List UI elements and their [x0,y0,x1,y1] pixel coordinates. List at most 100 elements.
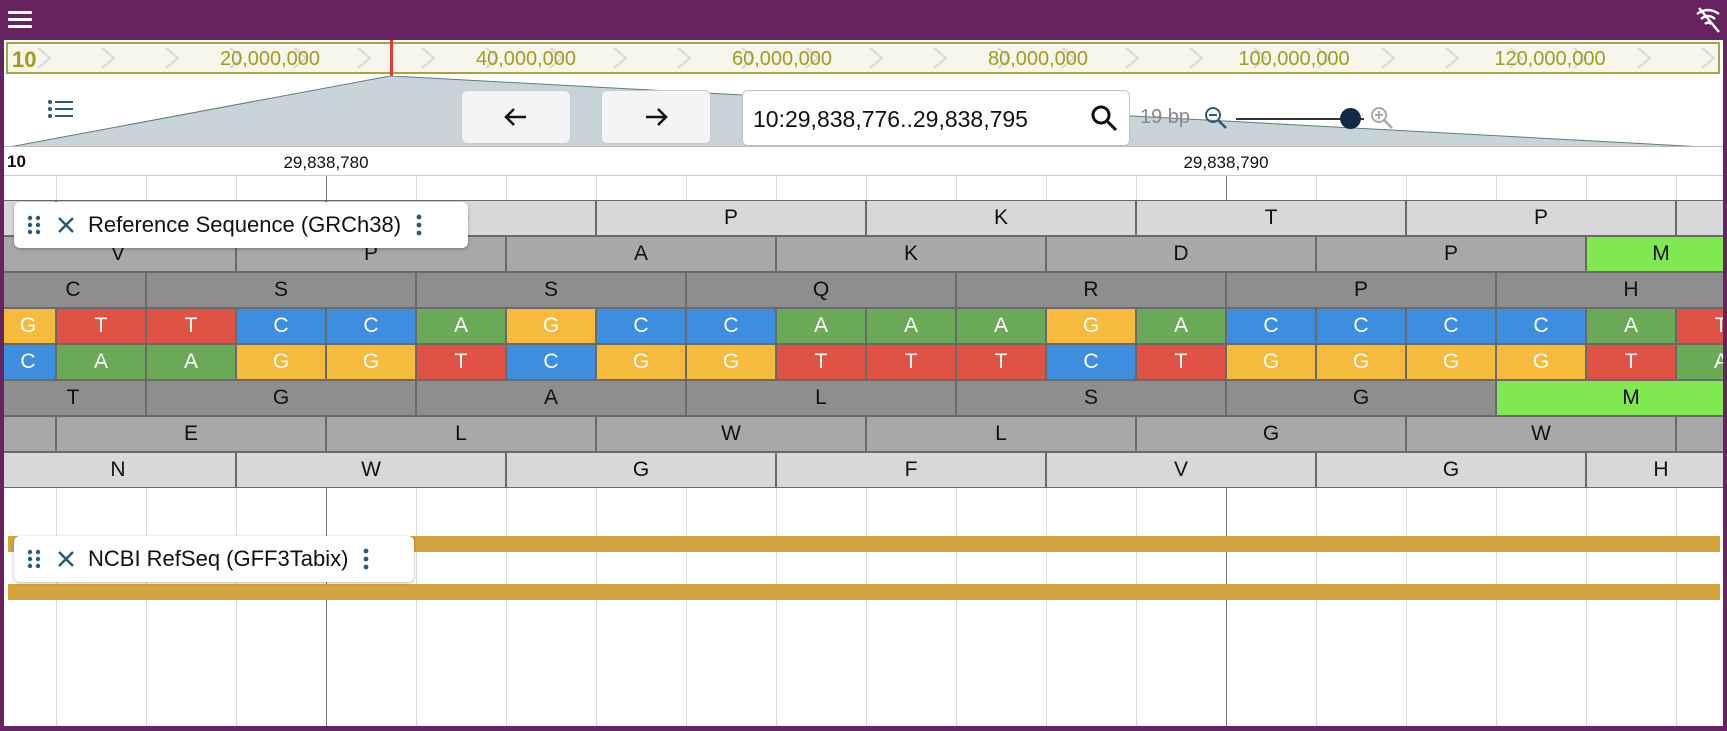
location-input[interactable] [751,101,1085,137]
sequence-cell[interactable]: T [866,344,956,380]
sequence-cell[interactable]: G [146,380,416,416]
sequence-cell[interactable]: C [4,272,146,308]
ruler-chromosome-label: 10 [7,152,26,171]
sequence-cell[interactable]: N [4,452,236,488]
sequence-cell[interactable]: A [1136,308,1226,344]
zoom-in-icon[interactable] [1370,106,1394,130]
sequence-cell[interactable]: C [1316,308,1406,344]
sequence-cell[interactable]: A [416,308,506,344]
sequence-cell[interactable]: K [776,236,1046,272]
zoom-out-icon[interactable] [1204,106,1228,130]
sequence-cell[interactable]: C [1046,344,1136,380]
more-vert-icon[interactable] [358,546,374,572]
overview-position-marker[interactable] [390,40,393,76]
sequence-cell[interactable]: Q [686,272,956,308]
sequence-cell[interactable] [1676,200,1723,236]
sequence-cell[interactable]: A [506,236,776,272]
sequence-cell[interactable] [1676,416,1723,452]
sequence-cell[interactable]: S [146,272,416,308]
sequence-cell[interactable]: W [1406,416,1676,452]
sequence-cell[interactable]: G [506,452,776,488]
sequence-cell[interactable]: C [1406,308,1496,344]
sequence-cell[interactable]: H [1496,272,1723,308]
sequence-cell[interactable]: A [866,308,956,344]
sequence-cell[interactable]: G [1316,452,1586,488]
sequence-cell[interactable]: A [956,308,1046,344]
sequence-cell[interactable]: S [956,380,1226,416]
sequence-cell[interactable]: T [56,308,146,344]
forward-button[interactable] [601,90,711,144]
sequence-cell[interactable]: G [1046,308,1136,344]
sequence-cell[interactable]: W [596,416,866,452]
sequence-cell[interactable]: G [1316,344,1406,380]
sequence-cell[interactable]: G [1226,380,1496,416]
sequence-cell[interactable]: A [1676,344,1723,380]
close-icon[interactable] [54,213,78,237]
sequence-cell[interactable]: G [326,344,416,380]
sequence-cell[interactable]: A [416,380,686,416]
sequence-cell[interactable]: G [4,308,56,344]
sequence-cell[interactable]: H [1586,452,1723,488]
sequence-cell[interactable]: G [506,308,596,344]
sequence-cell[interactable]: K [866,200,1136,236]
sequence-cell[interactable]: P [596,200,866,236]
sequence-cell[interactable]: T [1136,200,1406,236]
sequence-cell[interactable]: M [1586,236,1723,272]
drag-handle-icon[interactable] [24,546,44,572]
sequence-cell[interactable]: P [1226,272,1496,308]
sequence-cell[interactable]: T [416,344,506,380]
sequence-cell[interactable]: G [596,344,686,380]
sequence-cell[interactable]: S [416,272,686,308]
list-icon[interactable] [46,98,76,124]
drag-handle-icon[interactable] [24,212,44,238]
sequence-cell[interactable]: M [1496,380,1723,416]
sequence-cell[interactable]: T [956,344,1046,380]
sequence-cell[interactable]: T [1586,344,1676,380]
sequence-cell[interactable]: G [686,344,776,380]
sequence-cell[interactable]: C [686,308,776,344]
sequence-cell[interactable]: G [236,344,326,380]
sequence-cell[interactable]: T [1136,344,1226,380]
more-vert-icon[interactable] [411,212,427,238]
sequence-cell[interactable]: C [1226,308,1316,344]
sequence-cell[interactable]: G [1406,344,1496,380]
overview-scale-bar[interactable]: 10 20,000,000 40,000,000 60,000,000 80,0… [6,42,1720,74]
sequence-cell[interactable]: L [326,416,596,452]
sequence-cell[interactable]: A [146,344,236,380]
close-icon[interactable] [54,547,78,571]
sequence-cell[interactable]: P [1406,200,1676,236]
sequence-cell[interactable]: C [596,308,686,344]
sequence-cell[interactable]: C [506,344,596,380]
sequence-cell[interactable] [4,416,56,452]
sequence-cell[interactable]: G [1496,344,1586,380]
sequence-cell[interactable]: C [326,308,416,344]
sequence-cell[interactable]: T [146,308,236,344]
search-icon[interactable] [1089,103,1119,133]
back-button[interactable] [461,90,571,144]
gene-feature-bar[interactable] [8,584,1720,600]
sequence-cell[interactable]: C [4,344,56,380]
wifi-icon[interactable] [1693,4,1723,34]
sequence-cell[interactable]: T [776,344,866,380]
hamburger-menu-icon[interactable] [6,8,34,32]
sequence-cell[interactable]: A [1586,308,1676,344]
sequence-cell[interactable]: V [1046,452,1316,488]
sequence-cell[interactable]: L [866,416,1136,452]
sequence-cell[interactable]: P [1316,236,1586,272]
location-search-box[interactable] [742,90,1130,146]
sequence-cell[interactable]: L [686,380,956,416]
sequence-cell[interactable]: R [956,272,1226,308]
sequence-cell[interactable]: G [1136,416,1406,452]
sequence-cell[interactable]: T [4,380,146,416]
sequence-cell[interactable]: F [776,452,1046,488]
sequence-cell[interactable]: C [1496,308,1586,344]
sequence-cell[interactable]: E [56,416,326,452]
sequence-cell[interactable]: C [236,308,326,344]
sequence-cell[interactable]: T [1676,308,1723,344]
sequence-cell[interactable]: A [776,308,866,344]
sequence-cell[interactable]: D [1046,236,1316,272]
sequence-cell[interactable]: A [56,344,146,380]
sequence-cell[interactable]: G [1226,344,1316,380]
zoom-slider-thumb[interactable] [1339,108,1361,129]
sequence-cell[interactable]: W [236,452,506,488]
